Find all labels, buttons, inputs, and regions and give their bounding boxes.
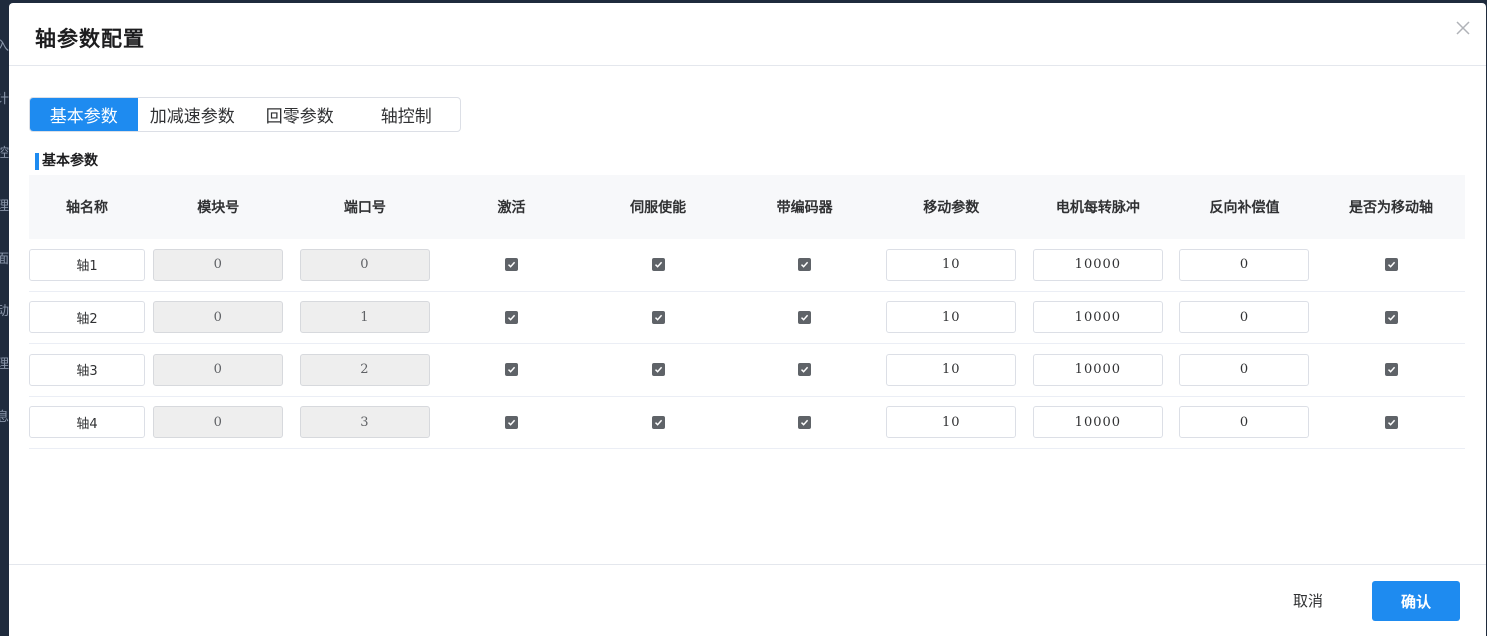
header-divider [9,65,1486,66]
sidebar-fragment: 理 [0,199,9,214]
column-header: 反向补偿值 [1209,200,1280,216]
move-param-input[interactable]: 10 [886,406,1017,439]
axis-name-input[interactable]: 轴1 [29,248,145,281]
checkmark-icon [1387,418,1396,427]
checkmark-icon [507,418,516,427]
port-number-field: 1 [299,301,430,334]
is-move-axis-checkbox[interactable] [1384,310,1398,324]
axis-name-input[interactable]: 轴3 [29,353,145,386]
checkmark-icon [800,418,809,427]
sidebar-fragment: 动 [0,304,9,319]
axis-name-input[interactable]: 轴2 [29,301,145,334]
backlash-comp-input[interactable]: 0 [1179,353,1310,386]
checkmark-icon [654,260,663,269]
tab-bar: 基本参数 加减速参数 回零参数 轴控制 [29,97,461,132]
port-number-field: 2 [299,353,430,386]
servo-enable-checkbox[interactable] [651,258,665,272]
servo-enable-checkbox[interactable] [651,363,665,377]
checkmark-icon [1387,260,1396,269]
table-body: 轴1 0 0 10 10000 0 轴2 0 1 10 10000 0 轴3 0 2 10 10000 0 轴4 0 3… [29,239,1465,449]
sidebar-fragment: 控 [0,146,9,161]
module-number-field: 0 [153,406,284,439]
encoder-checkbox[interactable] [798,310,812,324]
column-header: 激活 [497,200,526,216]
background-sidebar: 入 计 控 理 面 动 理 息 [0,0,9,636]
active-checkbox[interactable] [504,258,518,272]
close-icon[interactable] [1454,19,1472,37]
backlash-comp-input[interactable]: 0 [1179,301,1310,334]
table-row: 轴2 0 1 10 10000 0 [29,292,1465,344]
move-param-input[interactable]: 10 [886,248,1017,281]
column-header: 电机每转脉冲 [1055,200,1140,216]
table-row: 轴3 0 2 10 10000 0 [29,344,1465,397]
column-header: 移动参数 [923,200,980,216]
module-number-field: 0 [153,248,284,281]
move-param-input[interactable]: 10 [886,301,1017,334]
checkmark-icon [800,260,809,269]
checkmark-icon [800,365,809,374]
module-number-field: 0 [153,353,284,386]
checkmark-icon [1387,313,1396,322]
checkmark-icon [507,313,516,322]
is-move-axis-checkbox[interactable] [1384,415,1398,429]
module-number-field: 0 [153,301,284,334]
pulse-per-rev-input[interactable]: 10000 [1032,406,1163,439]
servo-enable-checkbox[interactable] [651,310,665,324]
encoder-checkbox[interactable] [798,415,812,429]
dialog-title: 轴参数配置 [35,27,145,51]
tab-homing-params[interactable]: 回零参数 [247,98,353,131]
column-header: 模块号 [197,200,240,216]
table-row: 轴1 0 0 10 10000 0 [29,239,1465,292]
tab-basic-params[interactable]: 基本参数 [30,98,138,131]
checkmark-icon [507,260,516,269]
section-title: 基本参数 [35,153,98,170]
tab-axis-control[interactable]: 轴控制 [353,98,461,131]
column-header: 是否为移动轴 [1349,200,1434,216]
sidebar-fragment: 理 [0,357,9,372]
port-number-field: 0 [299,248,430,281]
active-checkbox[interactable] [504,310,518,324]
sidebar-fragment: 计 [0,92,9,107]
servo-enable-checkbox[interactable] [651,415,665,429]
column-header: 端口号 [343,200,386,216]
footer-divider [9,564,1486,565]
tab-accel-decel-params[interactable]: 加减速参数 [138,98,247,131]
checkmark-icon [507,365,516,374]
sidebar-fragment: 入 [0,39,9,54]
table-header: 轴名称 模块号 端口号 激活 伺服使能 带编码器 移动参数 电机每转脉冲 反向补… [29,175,1465,239]
move-param-input[interactable]: 10 [886,353,1017,386]
backlash-comp-input[interactable]: 0 [1179,248,1310,281]
column-header: 伺服使能 [630,200,687,216]
table-row: 轴4 0 3 10 10000 0 [29,397,1465,449]
active-checkbox[interactable] [504,415,518,429]
pulse-per-rev-input[interactable]: 10000 [1032,301,1163,334]
encoder-checkbox[interactable] [798,258,812,272]
pulse-per-rev-input[interactable]: 10000 [1032,353,1163,386]
checkmark-icon [654,313,663,322]
checkmark-icon [800,313,809,322]
column-header: 轴名称 [66,200,108,216]
is-move-axis-checkbox[interactable] [1384,258,1398,272]
confirm-button[interactable]: 确认 [1372,581,1460,621]
axis-config-dialog: 轴参数配置 基本参数 加减速参数 回零参数 轴控制 基本参数 轴名称 模块号 端… [9,3,1486,636]
axis-name-input[interactable]: 轴4 [29,406,145,439]
port-number-field: 3 [299,406,430,439]
active-checkbox[interactable] [504,363,518,377]
checkmark-icon [654,418,663,427]
pulse-per-rev-input[interactable]: 10000 [1032,248,1163,281]
axis-params-table: 轴名称 模块号 端口号 激活 伺服使能 带编码器 移动参数 电机每转脉冲 反向补… [29,175,1465,449]
encoder-checkbox[interactable] [798,363,812,377]
column-header: 带编码器 [776,200,833,216]
checkmark-icon [1387,365,1396,374]
backlash-comp-input[interactable]: 0 [1179,406,1310,439]
is-move-axis-checkbox[interactable] [1384,363,1398,377]
sidebar-fragment: 息 [0,410,9,425]
cancel-button[interactable]: 取消 [1273,581,1343,619]
sidebar-fragment: 面 [0,252,9,267]
checkmark-icon [654,365,663,374]
